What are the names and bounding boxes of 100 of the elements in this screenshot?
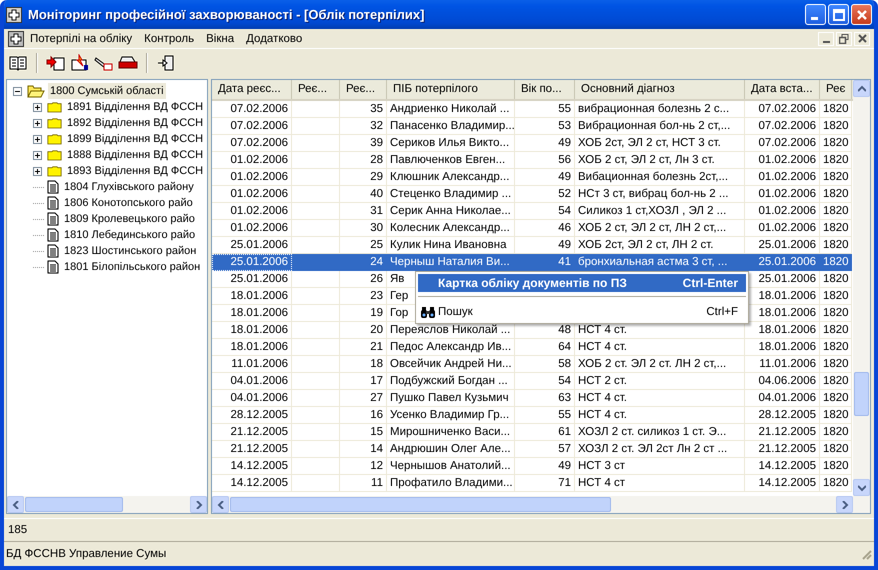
table-row[interactable]: 11.01.2006 18 Овсейчик Андрей Ни... 58 ХОБ 2 ст. ЭЛ 2 ст. ЛН 2 ст,... 11.01.2006 1820 [212, 356, 853, 373]
tree-item[interactable]: 1804 Глухівського району [62, 179, 196, 195]
table-cell: 18.01.2006 [212, 305, 292, 322]
tree-item[interactable]: 1809 Кролевецького райо [62, 211, 197, 227]
menu-item[interactable]: Контроль [138, 32, 200, 44]
table-cell: 21.12.2005 [745, 441, 820, 458]
tree-item[interactable]: 1823 Шостинського район [62, 243, 198, 259]
table-cell: 1820 [820, 186, 852, 203]
column-header[interactable]: Дата вста... [745, 80, 820, 99]
menu-item[interactable]: Потерпілі на обліку [24, 32, 138, 44]
menu-item[interactable]: Додатково [240, 32, 308, 44]
table-row[interactable]: 14.12.2005 12 Чернышов Анатолий... 49 НСТ 3 ст 14.12.2005 1820 [212, 458, 853, 475]
table-cell: 01.02.2006 [745, 152, 820, 169]
table-row[interactable]: 04.01.2006 27 Пушко Павел Кузьмич 63 НСТ 4 ст. 04.01.2006 1820 [212, 390, 853, 407]
table-cell: 18.01.2006 [212, 339, 292, 356]
window-title: Моніторинг професійної захворюваності - [Облік потерпілих] [28, 7, 424, 22]
table-cell: 52 [515, 186, 575, 203]
table-cell: 1820 [820, 305, 852, 322]
table-cell: 55 [515, 101, 575, 118]
column-header[interactable]: Вік по... [515, 80, 575, 99]
table-row[interactable]: 01.02.2006 40 Стеценко Владимир ... 52 НСт 3 ст, вибрац бол-нь 2 ... 01.02.2006 1820 [212, 186, 853, 203]
table-cell: 28.12.2005 [745, 407, 820, 424]
table-cell: Стеценко Владимир ... [387, 186, 515, 203]
table-cell: ХОБ 2 ст, ЭЛ 2 ст, ЛН 2 ст,... [575, 220, 745, 237]
table-row[interactable]: 04.01.2006 17 Подбужский Богдан ... 54 НСТ 2 ст. 04.06.2006 1820 [212, 373, 853, 390]
table-cell: 28.12.2005 [212, 407, 292, 424]
table-row[interactable]: 01.02.2006 31 Серик Анна Николае... 54 Силикоз 1 ст,ХОЗЛ , ЭЛ 2 ... 01.02.2006 1820 [212, 203, 853, 220]
tree-item[interactable]: 1888 Відділення ВД ФССН [65, 147, 206, 163]
table-cell: 11.01.2006 [212, 356, 292, 373]
status-text: БД ФССНВ Управление Сумы [6, 548, 166, 560]
column-header[interactable]: Дата реєс... [212, 80, 292, 99]
table-cell: 61 [515, 424, 575, 441]
table-cell: 41 [515, 254, 575, 271]
table-cell: 25.01.2006 [212, 271, 292, 288]
column-header[interactable]: Реє... [292, 80, 340, 99]
table-row[interactable]: 21.12.2005 14 Андрюшин Олег Але... 57 ХОЗЛ 2 ст. ЭЛ 2ст Лн 2 ст ... 21.12.2005 1820 [212, 441, 853, 458]
table-row[interactable]: 14.12.2005 11 Профатило Владими... 71 НСТ 4 ст 14.12.2005 1820 [212, 475, 853, 492]
table-row[interactable]: 18.01.2006 21 Педос Александр Ив... 64 НСТ 4 ст. 18.01.2006 1820 [212, 339, 853, 356]
table-cell: 07.02.2006 [212, 135, 292, 152]
table-row[interactable]: 01.02.2006 28 Павлюченков Евген... 56 ХОБ 2 ст, ЭЛ 2 ст, Лн 3 ст. 01.02.2006 1820 [212, 152, 853, 169]
table-cell: 04.01.2006 [212, 373, 292, 390]
menu-item[interactable]: Вікна [200, 32, 240, 44]
tree-item[interactable]: 1801 Білопільського район [62, 259, 202, 275]
table-row[interactable]: 07.02.2006 35 Андриенко Николай ... 55 вибрационная болезнь 2 с... 07.02.2006 1820 [212, 101, 853, 118]
table-cell: Чернышов Анатолий... [387, 458, 515, 475]
table-row[interactable]: 25.01.2006 24 Черныш Наталия Ви... 41 бронхиальная астма 3 ст, ... 25.01.2006 1820 [212, 254, 853, 271]
tree-item[interactable]: 1810 Лебединського райо [62, 227, 198, 243]
table-cell: Сериков Илья Викто... [387, 135, 515, 152]
table-cell: 1820 [820, 458, 852, 475]
table-cell: 07.02.2006 [745, 135, 820, 152]
table-cell: 11.01.2006 [745, 356, 820, 373]
table-row[interactable]: 01.02.2006 29 Клюшник Александр... 49 Вибационная болезнь 2ст,... 01.02.2006 1820 [212, 169, 853, 186]
table-cell: ХОБ 2 ст. ЭЛ 2 ст. ЛН 2 ст,... [575, 356, 745, 373]
table-cell: Клюшник Александр... [387, 169, 515, 186]
tree-item[interactable]: 1806 Конотопського райо [62, 195, 195, 211]
table-cell: 24 [340, 254, 387, 271]
table-cell: Серик Анна Николае... [387, 203, 515, 220]
table-cell: Профатило Владими... [387, 475, 515, 492]
table-cell: 1820 [820, 135, 852, 152]
table-cell: 49 [515, 135, 575, 152]
column-header[interactable]: ПІБ потерпілого [387, 80, 515, 99]
table-cell: НСТ 4 ст. [575, 407, 745, 424]
tree-item[interactable]: 1893 Відділення ВД ФССН [65, 163, 206, 179]
table-cell: 53 [515, 118, 575, 135]
table-cell: 28 [340, 152, 387, 169]
table-cell: 04.01.2006 [745, 390, 820, 407]
table-row[interactable]: 28.12.2005 16 Усенко Владимир Гр... 55 НСТ 4 ст. 28.12.2005 1820 [212, 407, 853, 424]
table-cell: 21.12.2005 [212, 441, 292, 458]
table-cell: Подбужский Богдан ... [387, 373, 515, 390]
table-cell: 21.12.2005 [745, 424, 820, 441]
table-cell: Усенко Владимир Гр... [387, 407, 515, 424]
tree-item[interactable]: 1800 Сумській області [48, 83, 166, 99]
table-cell: Колесник Александр... [387, 220, 515, 237]
table-cell: Андриенко Николай ... [387, 101, 515, 118]
table-row[interactable]: 01.02.2006 30 Колесник Александр... 46 ХОБ 2 ст, ЭЛ 2 ст, ЛН 2 ст,... 01.02.2006 1820 [212, 220, 853, 237]
column-header[interactable]: Основний діагноз [575, 80, 745, 99]
table-cell: 01.02.2006 [745, 169, 820, 186]
table-cell: 56 [515, 152, 575, 169]
table-cell: 1820 [820, 203, 852, 220]
menu-item[interactable]: Картка обліку документів по ПЗ Ctrl-Enter [418, 274, 746, 292]
table-cell: Павлюченков Евген... [387, 152, 515, 169]
table-cell: 1820 [820, 407, 852, 424]
column-header[interactable]: Реє [820, 80, 852, 99]
table-row[interactable]: 21.12.2005 15 Мирошниченко Васи... 61 ХОЗЛ 2 ст. силикоз 1 ст. Э... 21.12.2005 1820 [212, 424, 853, 441]
table-cell: Пушко Павел Кузьмич [387, 390, 515, 407]
tree-item[interactable]: 1899 Відділення ВД ФССН [65, 131, 206, 147]
table-cell: 49 [515, 169, 575, 186]
table-cell: 29 [340, 169, 387, 186]
column-header[interactable]: Реє... [340, 80, 387, 99]
table-cell: 1820 [820, 356, 852, 373]
table-cell: 57 [515, 441, 575, 458]
tree-item[interactable]: 1891 Відділення ВД ФССН [65, 99, 206, 115]
table-row[interactable]: 07.02.2006 32 Панасенко Владимир... 53 Вибрационная бол-нь 2 ст,... 07.02.2006 1820 [212, 118, 853, 135]
tree-item[interactable]: 1892 Відділення ВД ФССН [65, 115, 206, 131]
table-cell: 1820 [820, 118, 852, 135]
table-cell: Педос Александр Ив... [387, 339, 515, 356]
table-cell: Силикоз 1 ст,ХОЗЛ , ЭЛ 2 ... [575, 203, 745, 220]
table-row[interactable]: 07.02.2006 39 Сериков Илья Викто... 49 ХОБ 2ст, ЭЛ 2 ст, НСТ 3 ст. 07.02.2006 1820 [212, 135, 853, 152]
table-cell: 1820 [820, 271, 852, 288]
table-cell: 07.02.2006 [212, 118, 292, 135]
